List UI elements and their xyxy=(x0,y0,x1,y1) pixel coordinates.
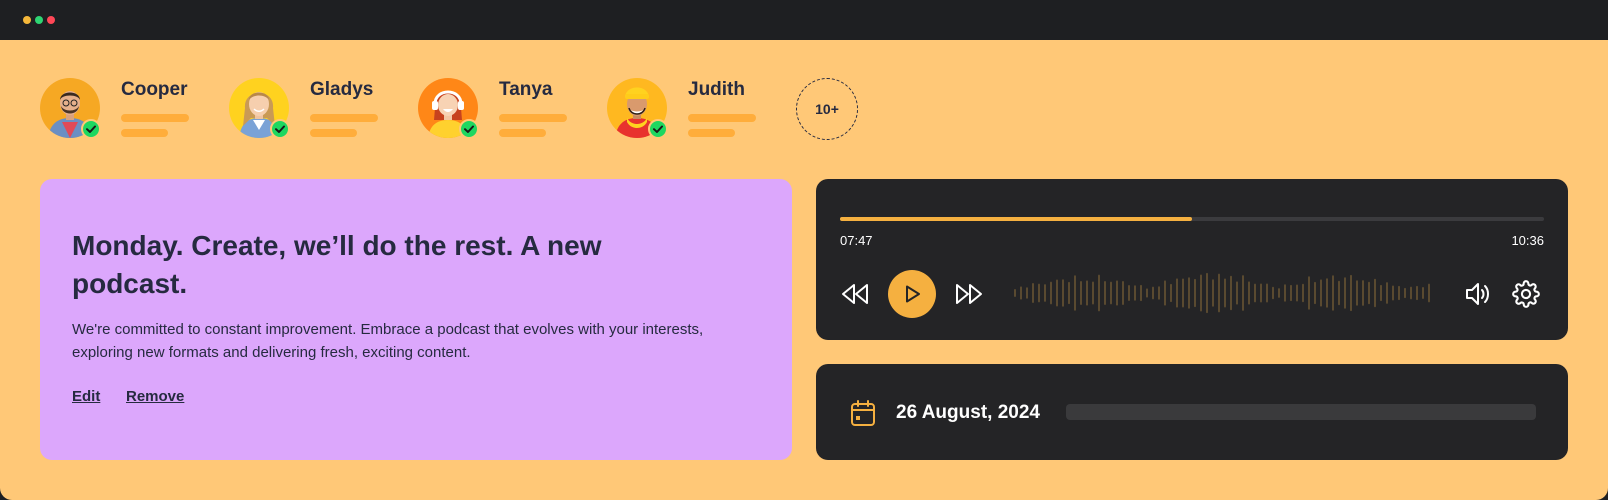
total-time: 10:36 xyxy=(1511,233,1544,248)
participant-name: Gladys xyxy=(310,79,374,100)
episode-date: 26 August, 2024 xyxy=(896,402,1040,423)
participant-gladys[interactable]: Gladys xyxy=(229,78,399,140)
placeholder-bar xyxy=(1066,404,1536,420)
rewind-button[interactable] xyxy=(840,282,870,306)
participant-tanya[interactable]: Tanya xyxy=(418,78,588,140)
rewind-icon xyxy=(842,284,868,304)
audio-player: 07:47 10:36 xyxy=(816,179,1568,340)
placeholder-line xyxy=(310,114,378,122)
placeholder-line xyxy=(121,114,189,122)
edit-link[interactable]: Edit xyxy=(72,388,100,405)
play-button[interactable] xyxy=(888,270,936,318)
window-titlebar xyxy=(0,0,1608,40)
placeholder-line xyxy=(121,129,168,137)
placeholder-line xyxy=(310,129,357,137)
progress-fill xyxy=(840,217,1192,221)
episode-date-card: 26 August, 2024 xyxy=(816,364,1568,460)
podcast-title: Monday. Create, we’ll do the rest. A new… xyxy=(72,230,602,299)
placeholder-line xyxy=(499,129,546,137)
app-canvas: Cooper Gladys Tanya Judith 10+ Monday. C… xyxy=(0,40,1608,500)
volume-icon xyxy=(1466,283,1489,305)
placeholder-line xyxy=(688,114,756,122)
online-check-icon xyxy=(270,119,290,139)
participant-name: Judith xyxy=(688,79,745,100)
online-check-icon xyxy=(81,119,101,139)
current-time: 07:47 xyxy=(840,233,873,248)
settings-button[interactable] xyxy=(1512,280,1540,308)
participant-cooper[interactable]: Cooper xyxy=(40,78,210,140)
calendar-icon xyxy=(850,399,876,427)
podcast-description: We're committed to constant improvement.… xyxy=(72,321,704,361)
volume-button[interactable] xyxy=(1464,280,1492,308)
maximize-window-button[interactable] xyxy=(35,16,43,24)
participant-name: Tanya xyxy=(499,79,553,100)
podcast-card: Monday. Create, we’ll do the rest. A new… xyxy=(40,179,792,460)
remove-link[interactable]: Remove xyxy=(126,388,184,405)
placeholder-line xyxy=(499,114,567,122)
fast-forward-icon xyxy=(956,284,982,304)
waveform[interactable] xyxy=(1011,267,1431,319)
play-icon xyxy=(906,285,920,303)
online-check-icon xyxy=(648,119,668,139)
participant-name: Cooper xyxy=(121,79,188,100)
minimize-window-button[interactable] xyxy=(23,16,31,24)
gear-icon xyxy=(1512,280,1540,308)
participant-judith[interactable]: Judith xyxy=(607,78,777,140)
placeholder-line xyxy=(688,129,735,137)
close-window-button[interactable] xyxy=(47,16,55,24)
progress-track[interactable] xyxy=(840,217,1544,221)
fast-forward-button[interactable] xyxy=(954,282,984,306)
online-check-icon xyxy=(459,119,479,139)
more-participants-button[interactable]: 10+ xyxy=(796,78,858,140)
